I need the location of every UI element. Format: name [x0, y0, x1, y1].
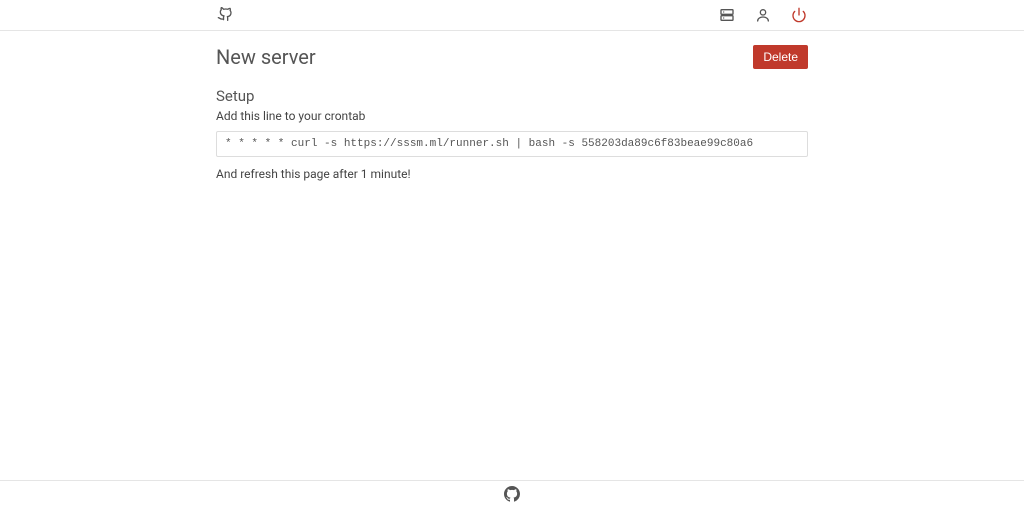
servers-icon[interactable]: [718, 6, 736, 24]
footer: [0, 480, 1024, 510]
github-icon[interactable]: [504, 486, 520, 506]
delete-button[interactable]: Delete: [753, 45, 808, 69]
setup-instruction: Add this line to your crontab: [216, 109, 808, 123]
setup-after-hint: And refresh this page after 1 minute!: [216, 167, 808, 181]
power-icon[interactable]: [790, 6, 808, 24]
app-logo-icon[interactable]: [216, 6, 234, 24]
crontab-command-input[interactable]: [216, 131, 808, 157]
page-title: New server: [216, 45, 316, 69]
top-bar: [0, 0, 1024, 31]
setup-heading: Setup: [216, 87, 808, 105]
account-icon[interactable]: [754, 6, 772, 24]
